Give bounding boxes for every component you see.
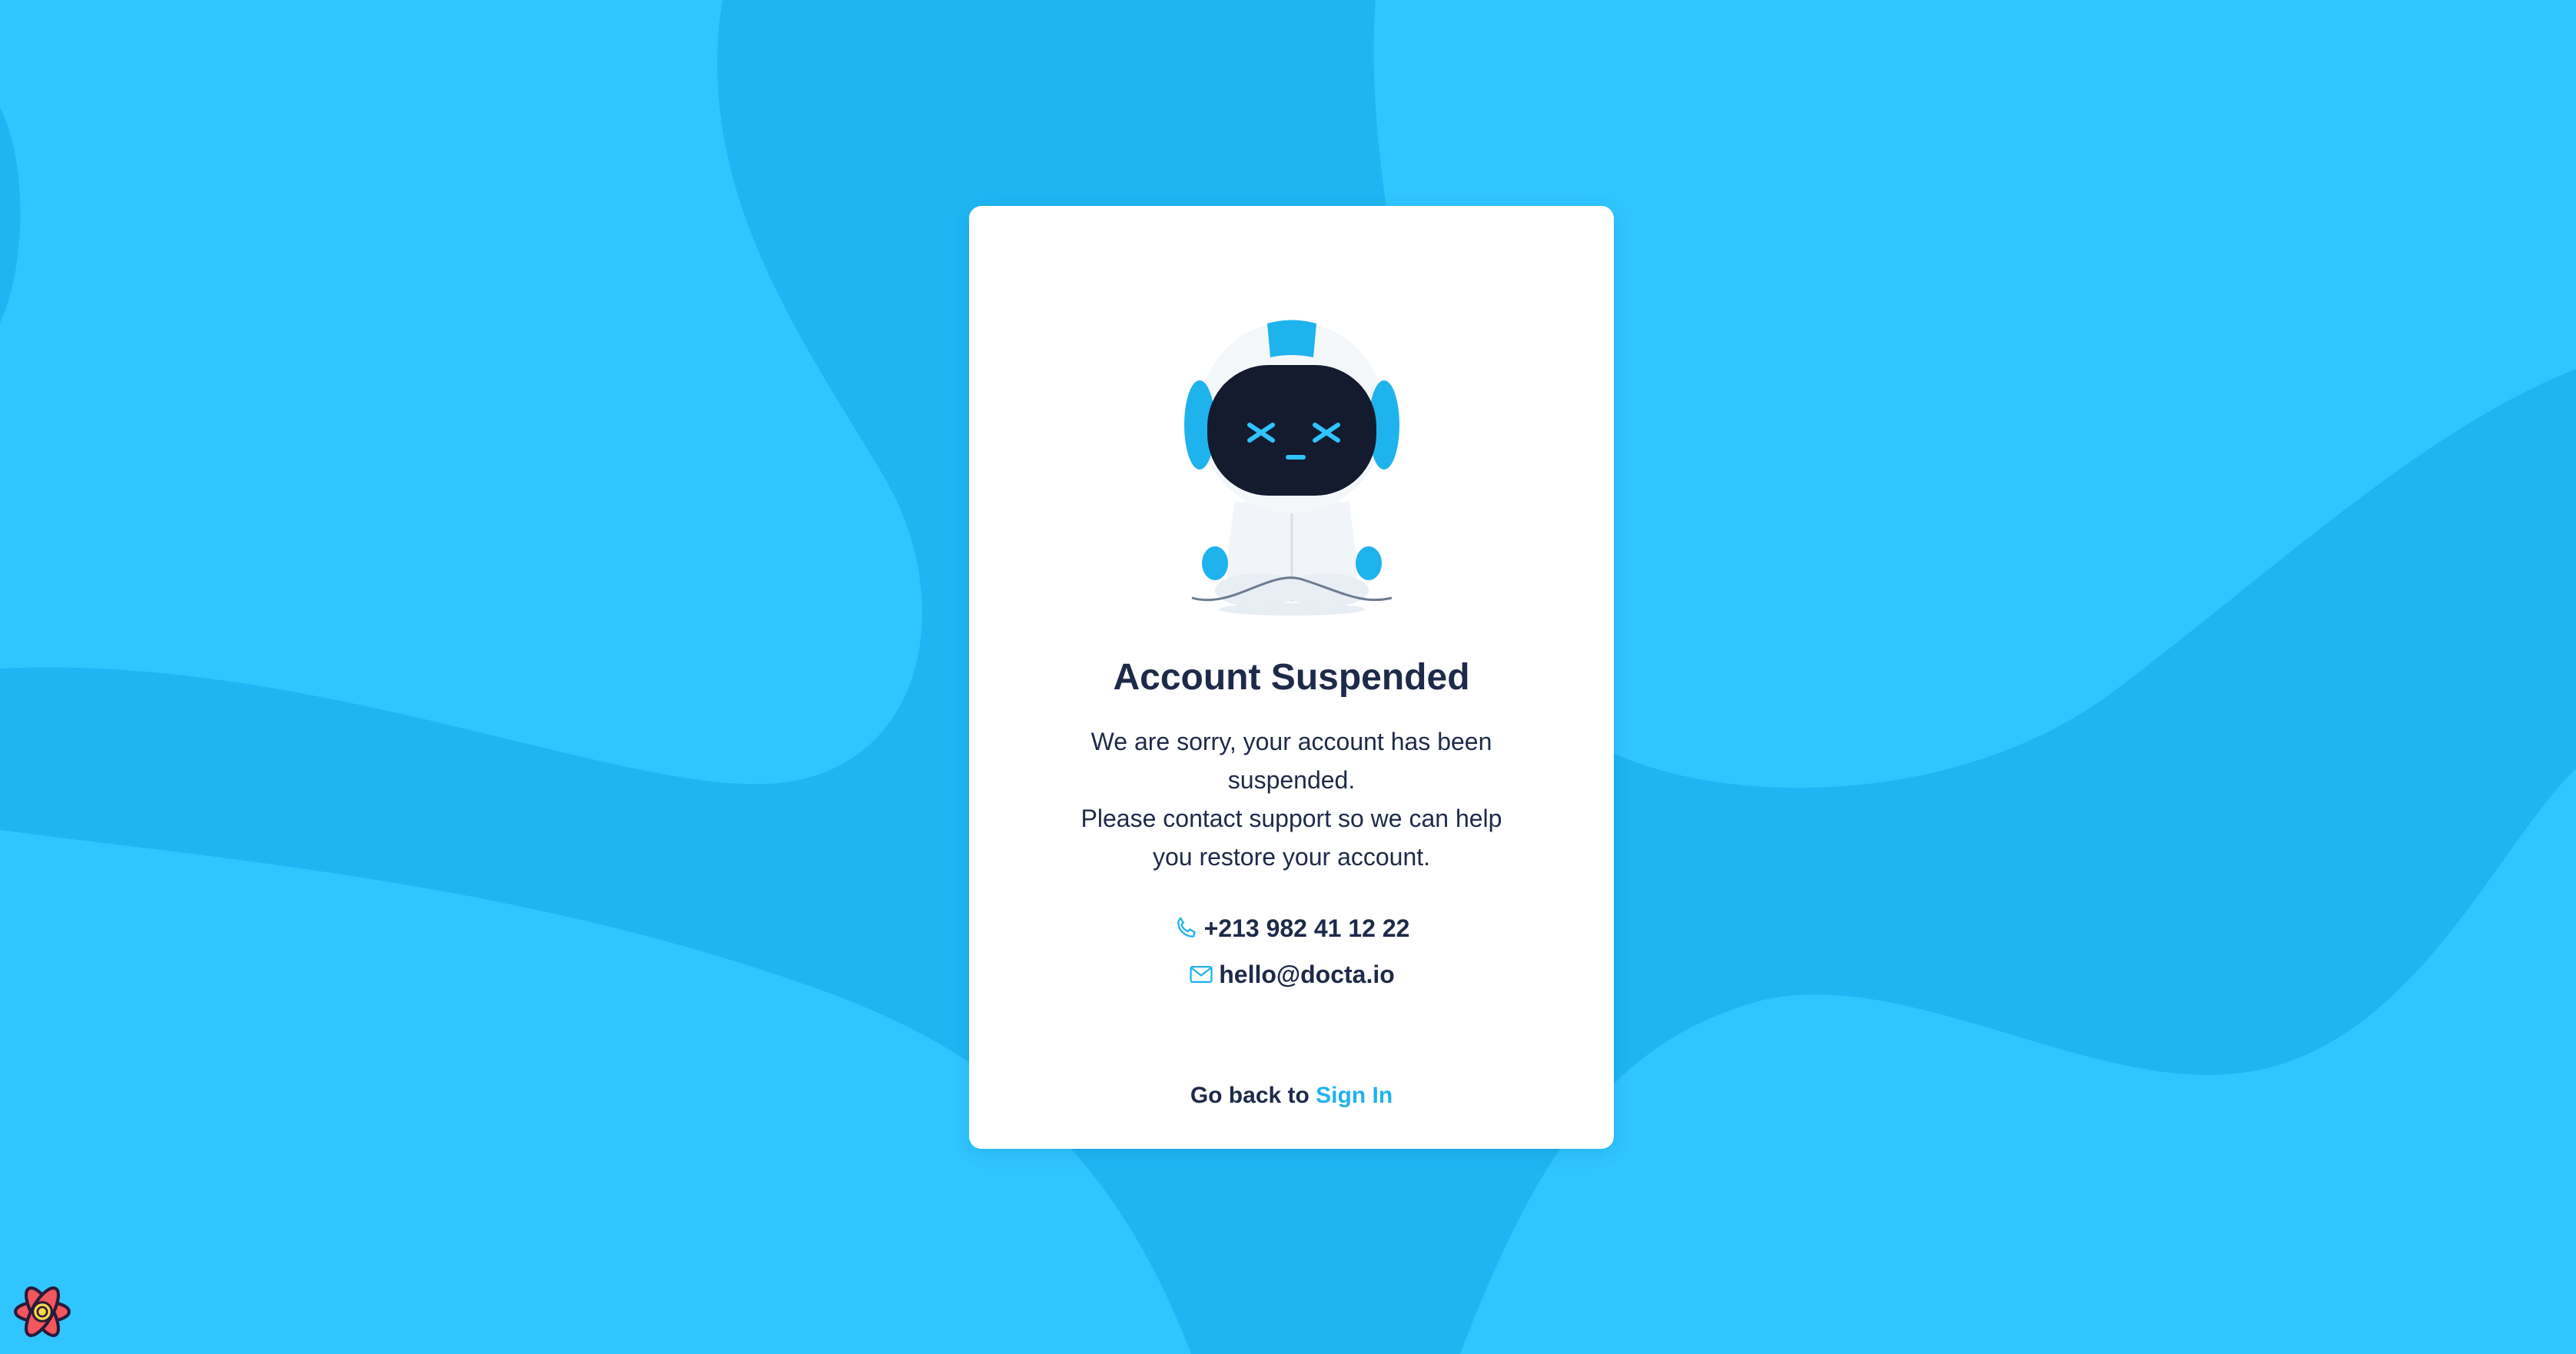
react-devtools-icon[interactable] <box>11 1280 74 1343</box>
sign-in-footer: Go back to Sign In <box>969 1080 1614 1111</box>
message-instructions: Please contact support so we can help yo… <box>1081 805 1502 871</box>
phone-number: +213 982 41 12 22 <box>1203 914 1410 942</box>
mail-icon <box>1190 965 1213 984</box>
phone-contact[interactable]: +213 982 41 12 22 <box>969 911 1614 945</box>
message-apology: We are sorry, your account has been susp… <box>1090 728 1492 794</box>
email-contact[interactable]: hello@docta.io <box>969 957 1614 991</box>
email-address: hello@docta.io <box>1219 961 1395 988</box>
robot-illustration <box>1184 320 1399 616</box>
suspended-card: Account Suspended We are sorry, your acc… <box>969 206 1614 1149</box>
suspension-message: We are sorry, your account has been susp… <box>1069 722 1514 876</box>
page-title: Account Suspended <box>1113 657 1470 698</box>
footer-prefix: Go back to <box>1190 1083 1316 1108</box>
sign-in-link[interactable]: Sign In <box>1316 1083 1393 1108</box>
phone-icon <box>1177 917 1196 938</box>
